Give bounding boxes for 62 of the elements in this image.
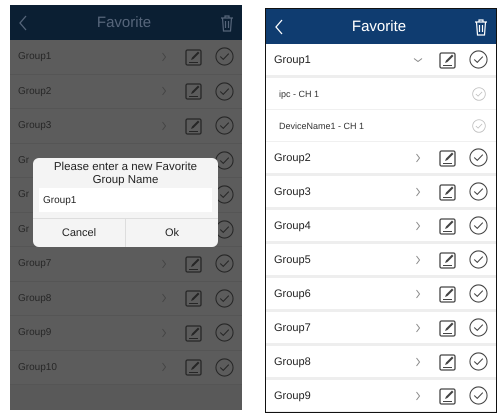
check-circle-icon[interactable] xyxy=(469,216,488,235)
group-name: Group7 xyxy=(274,322,312,334)
group-name: Group8 xyxy=(274,356,312,368)
check-circle-icon[interactable] xyxy=(469,148,488,167)
edit-icon[interactable] xyxy=(439,250,457,268)
group-row[interactable]: Group9 xyxy=(266,380,496,412)
screen-title: Favorite xyxy=(96,14,152,31)
check-circle-icon[interactable] xyxy=(469,284,488,303)
check-circle-icon[interactable] xyxy=(469,386,488,405)
check-circle-icon[interactable] xyxy=(215,47,234,66)
group-name: Group1 xyxy=(274,54,312,66)
chevron-right-icon[interactable] xyxy=(413,356,423,366)
edit-icon[interactable] xyxy=(439,182,457,200)
chevron-right-icon[interactable] xyxy=(413,186,423,196)
channel-name: DeviceName1 - CH 1 xyxy=(279,120,366,130)
check-circle-icon[interactable] xyxy=(469,318,488,337)
check-circle-icon[interactable] xyxy=(215,150,234,170)
edit-icon[interactable] xyxy=(439,148,457,166)
check-circle-icon[interactable] xyxy=(215,323,234,342)
dialog-button[interactable]: Ok xyxy=(125,219,218,248)
check-circle-icon[interactable] xyxy=(469,50,488,69)
group-row[interactable]: Group6 xyxy=(266,278,496,312)
channel-name: ipc - CH 1 xyxy=(279,88,320,98)
screen-title: Favorite xyxy=(350,18,408,35)
check-circle-icon[interactable] xyxy=(469,182,488,201)
edit-icon[interactable] xyxy=(439,50,457,68)
group-name: Group4 xyxy=(274,220,312,232)
check-circle-icon[interactable] xyxy=(215,358,234,377)
group-row[interactable]: Group8 xyxy=(266,346,496,380)
group-row[interactable]: Group3 xyxy=(266,176,496,210)
check-circle-icon[interactable] xyxy=(472,86,486,100)
group-name-field[interactable]: Group1 xyxy=(39,188,212,212)
group-name: Group2 xyxy=(274,152,312,164)
group-name: Group9 xyxy=(274,390,312,402)
check-circle-icon[interactable] xyxy=(215,116,234,136)
group-name: Group6 xyxy=(274,288,312,300)
group-name: Group5 xyxy=(274,254,312,266)
chevron-right-icon[interactable] xyxy=(413,288,423,298)
check-circle-icon[interactable] xyxy=(469,250,488,269)
chevron-right-icon[interactable] xyxy=(413,254,423,264)
check-circle-icon[interactable] xyxy=(469,352,488,371)
chevron-right-icon[interactable] xyxy=(413,152,423,162)
edit-icon[interactable] xyxy=(439,216,457,234)
group-name: Group3 xyxy=(274,186,312,198)
chevron-right-icon[interactable] xyxy=(413,220,423,230)
check-circle-icon[interactable] xyxy=(215,254,234,274)
dialog-message: Please enter a new Favorite Group Name xyxy=(52,160,198,188)
group-row[interactable]: Group5 xyxy=(266,244,496,278)
group-row[interactable]: Group1 xyxy=(266,44,496,78)
check-circle-icon[interactable] xyxy=(215,82,234,101)
group-row[interactable]: Group2 xyxy=(266,142,496,176)
edit-icon[interactable] xyxy=(439,284,457,302)
group-row[interactable]: Group7 xyxy=(266,312,496,346)
check-circle-icon[interactable] xyxy=(472,118,486,132)
group-row[interactable]: Group4 xyxy=(266,210,496,244)
edit-icon[interactable] xyxy=(439,318,457,336)
check-circle-icon[interactable] xyxy=(215,288,234,308)
chevron-right-icon[interactable] xyxy=(413,322,423,332)
edit-icon[interactable] xyxy=(439,386,457,404)
dialog-button[interactable]: Cancel xyxy=(33,219,125,248)
chevron-right-icon[interactable] xyxy=(413,390,423,400)
edit-icon[interactable] xyxy=(439,352,457,370)
